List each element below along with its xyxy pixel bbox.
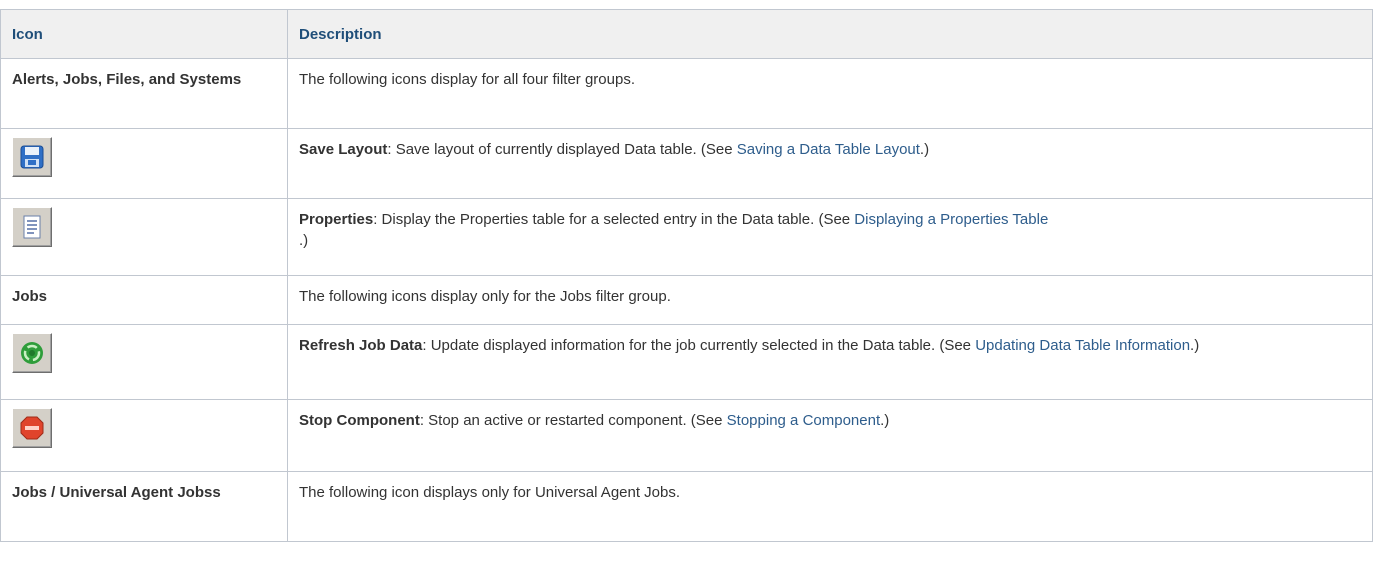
- table-row: Refresh Job Data: Update displayed infor…: [0, 324, 1373, 400]
- icon-text-end: .): [880, 412, 890, 429]
- icon-term: Properties: [299, 211, 374, 228]
- icon-text-end: .): [1190, 337, 1200, 354]
- category-label: Jobs: [0, 275, 288, 325]
- icon-description: Properties: Display the Properties table…: [287, 198, 1373, 276]
- help-link[interactable]: Saving a Data Table Layout: [737, 141, 920, 158]
- table-header-row: Icon Description: [0, 9, 1373, 59]
- icon-cell: [0, 198, 288, 276]
- table-row: Jobs The following icons display only fo…: [0, 275, 1373, 325]
- table-row: Properties: Display the Properties table…: [0, 198, 1373, 276]
- icon-text: : Save layout of currently displayed Dat…: [387, 141, 737, 158]
- icon-term: Stop Component: [299, 412, 420, 429]
- category-description: The following icons display only for the…: [287, 275, 1373, 325]
- category-description: The following icons display for all four…: [287, 58, 1373, 129]
- icon-text-end: .): [299, 232, 309, 249]
- category-label: Jobs / Universal Agent Jobss: [0, 471, 288, 542]
- icon-description-table: Icon Description Alerts, Jobs, Files, an…: [0, 9, 1373, 542]
- help-link[interactable]: Stopping a Component: [727, 412, 880, 429]
- properties-document-icon: [23, 215, 41, 239]
- help-link[interactable]: Displaying a Properties Table: [854, 211, 1048, 228]
- icon-term: Save Layout: [299, 141, 388, 158]
- icon-text: : Update displayed information for the j…: [422, 337, 976, 354]
- table-row: Alerts, Jobs, Files, and Systems The fol…: [0, 58, 1373, 129]
- refresh-job-data-button[interactable]: [12, 333, 52, 373]
- properties-button[interactable]: [12, 207, 52, 247]
- header-icon: Icon: [0, 9, 288, 59]
- icon-text-end: .): [919, 141, 930, 158]
- category-label: Alerts, Jobs, Files, and Systems: [0, 58, 288, 129]
- save-layout-button[interactable]: [12, 137, 52, 177]
- icon-cell: [0, 324, 288, 400]
- save-disk-icon: [20, 145, 44, 169]
- icon-text: : Stop an active or restarted component.…: [419, 412, 727, 429]
- table-row: Stop Component: Stop an active or restar…: [0, 399, 1373, 472]
- icon-description: Refresh Job Data: Update displayed infor…: [287, 324, 1373, 400]
- table-row: Save Layout: Save layout of currently di…: [0, 128, 1373, 199]
- refresh-recycle-icon: [21, 342, 43, 364]
- icon-description: Save Layout: Save layout of currently di…: [287, 128, 1373, 199]
- icon-text: : Display the Properties table for a sel…: [373, 211, 855, 228]
- stop-component-button[interactable]: [12, 408, 52, 448]
- stop-sign-icon: [20, 416, 44, 440]
- icon-description: Stop Component: Stop an active or restar…: [287, 399, 1373, 472]
- table-row: Jobs / Universal Agent Jobss The followi…: [0, 471, 1373, 542]
- icon-cell: [0, 399, 288, 472]
- icon-cell: [0, 128, 288, 199]
- header-description: Description: [287, 9, 1373, 59]
- help-link[interactable]: Updating Data Table Information: [975, 337, 1190, 354]
- icon-term: Refresh Job Data: [299, 337, 423, 354]
- category-description: The following icon displays only for Uni…: [287, 471, 1373, 542]
